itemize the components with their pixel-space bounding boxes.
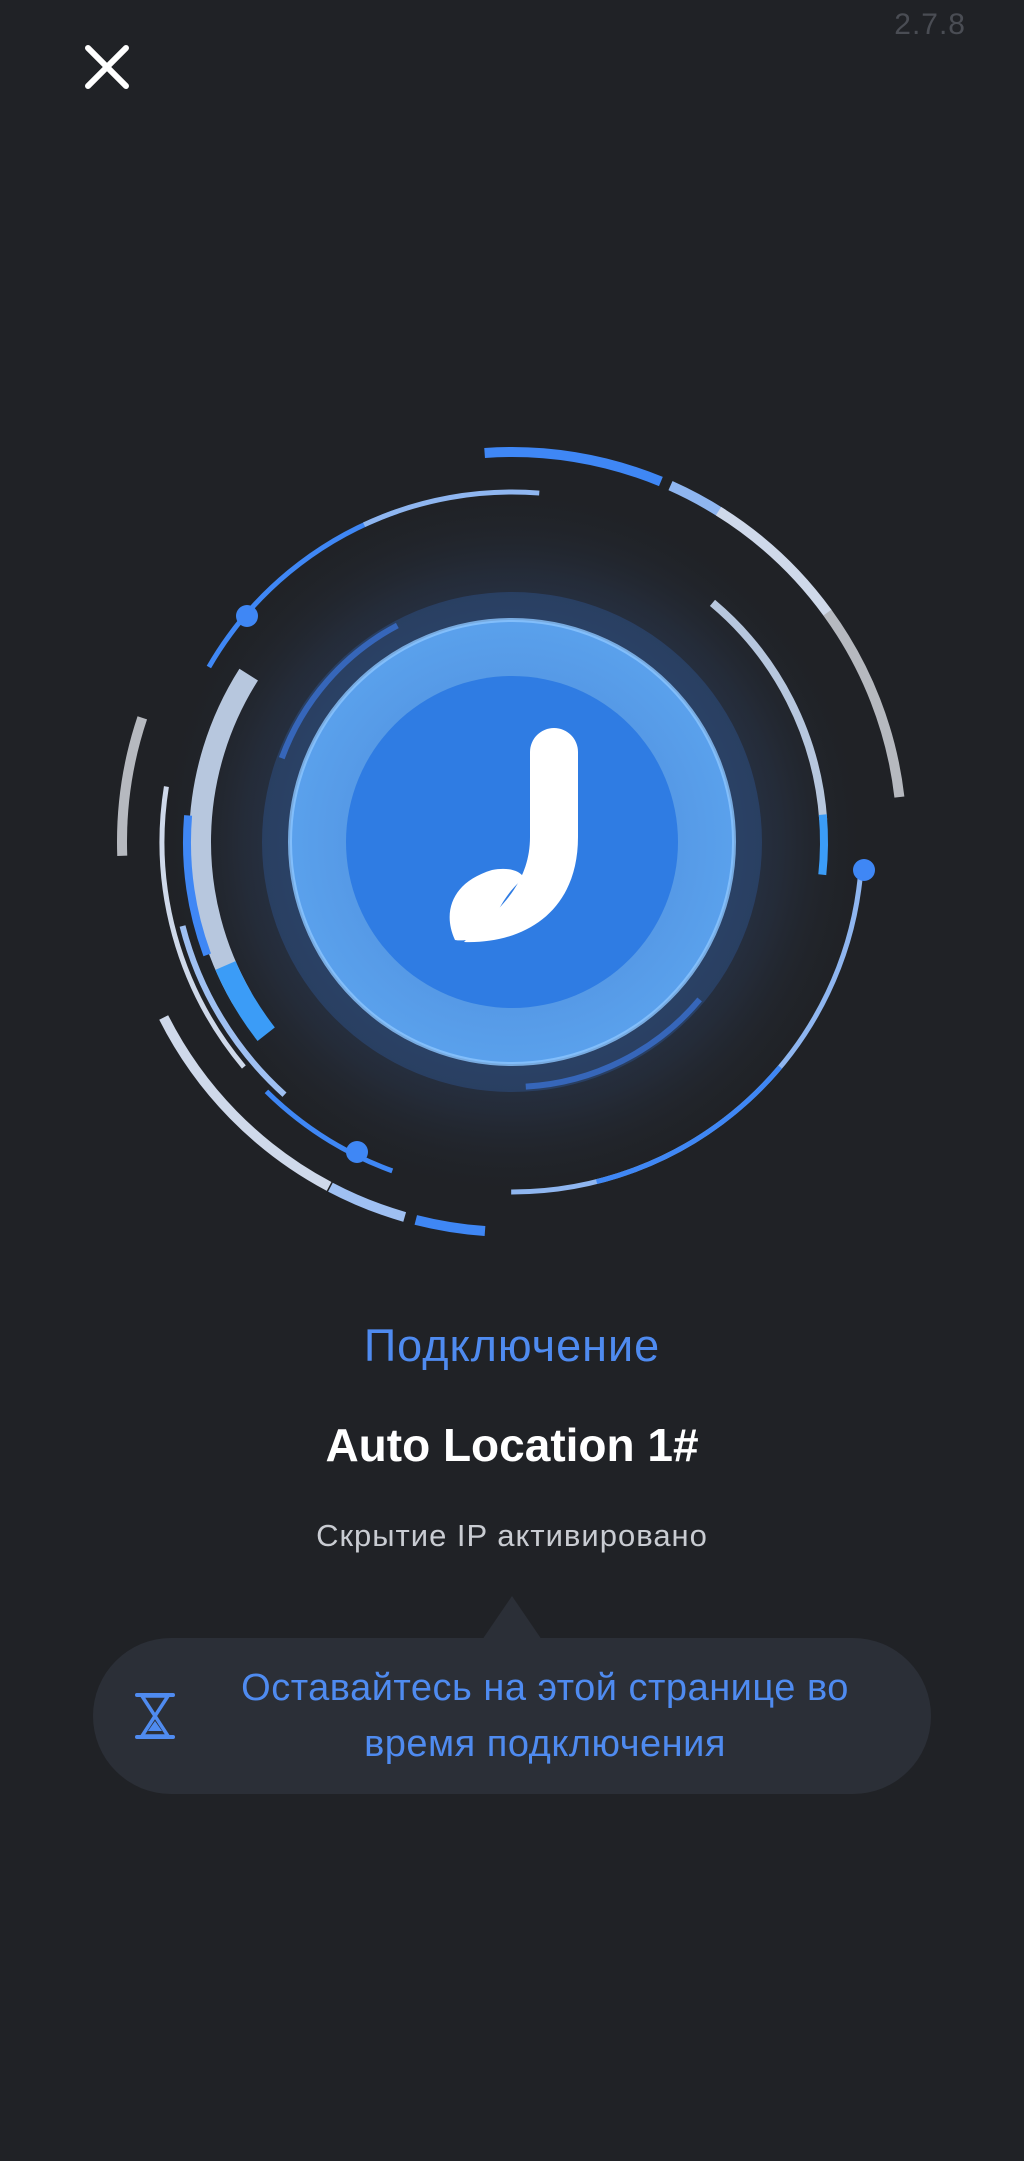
ip-hidden-status: Скрытие IP активировано xyxy=(316,1518,708,1553)
close-button[interactable] xyxy=(78,38,136,96)
stay-on-page-tooltip: Оставайтесь на этой странице во время по… xyxy=(93,1638,931,1794)
hourglass-icon xyxy=(133,1691,177,1741)
connection-animation xyxy=(112,442,912,1242)
connecting-screen: 2.7.8 Подключение Auto Location 1# Скрыт… xyxy=(0,0,1024,2161)
tooltip-arrow xyxy=(482,1596,542,1640)
close-icon xyxy=(85,45,129,89)
connection-status: Подключение xyxy=(363,1320,661,1371)
location-name: Auto Location 1# xyxy=(325,1419,699,1471)
tooltip-text: Оставайтесь на этой странице во время по… xyxy=(241,1667,849,1765)
connection-rings xyxy=(116,446,908,1237)
app-version: 2.7.8 xyxy=(894,8,966,41)
